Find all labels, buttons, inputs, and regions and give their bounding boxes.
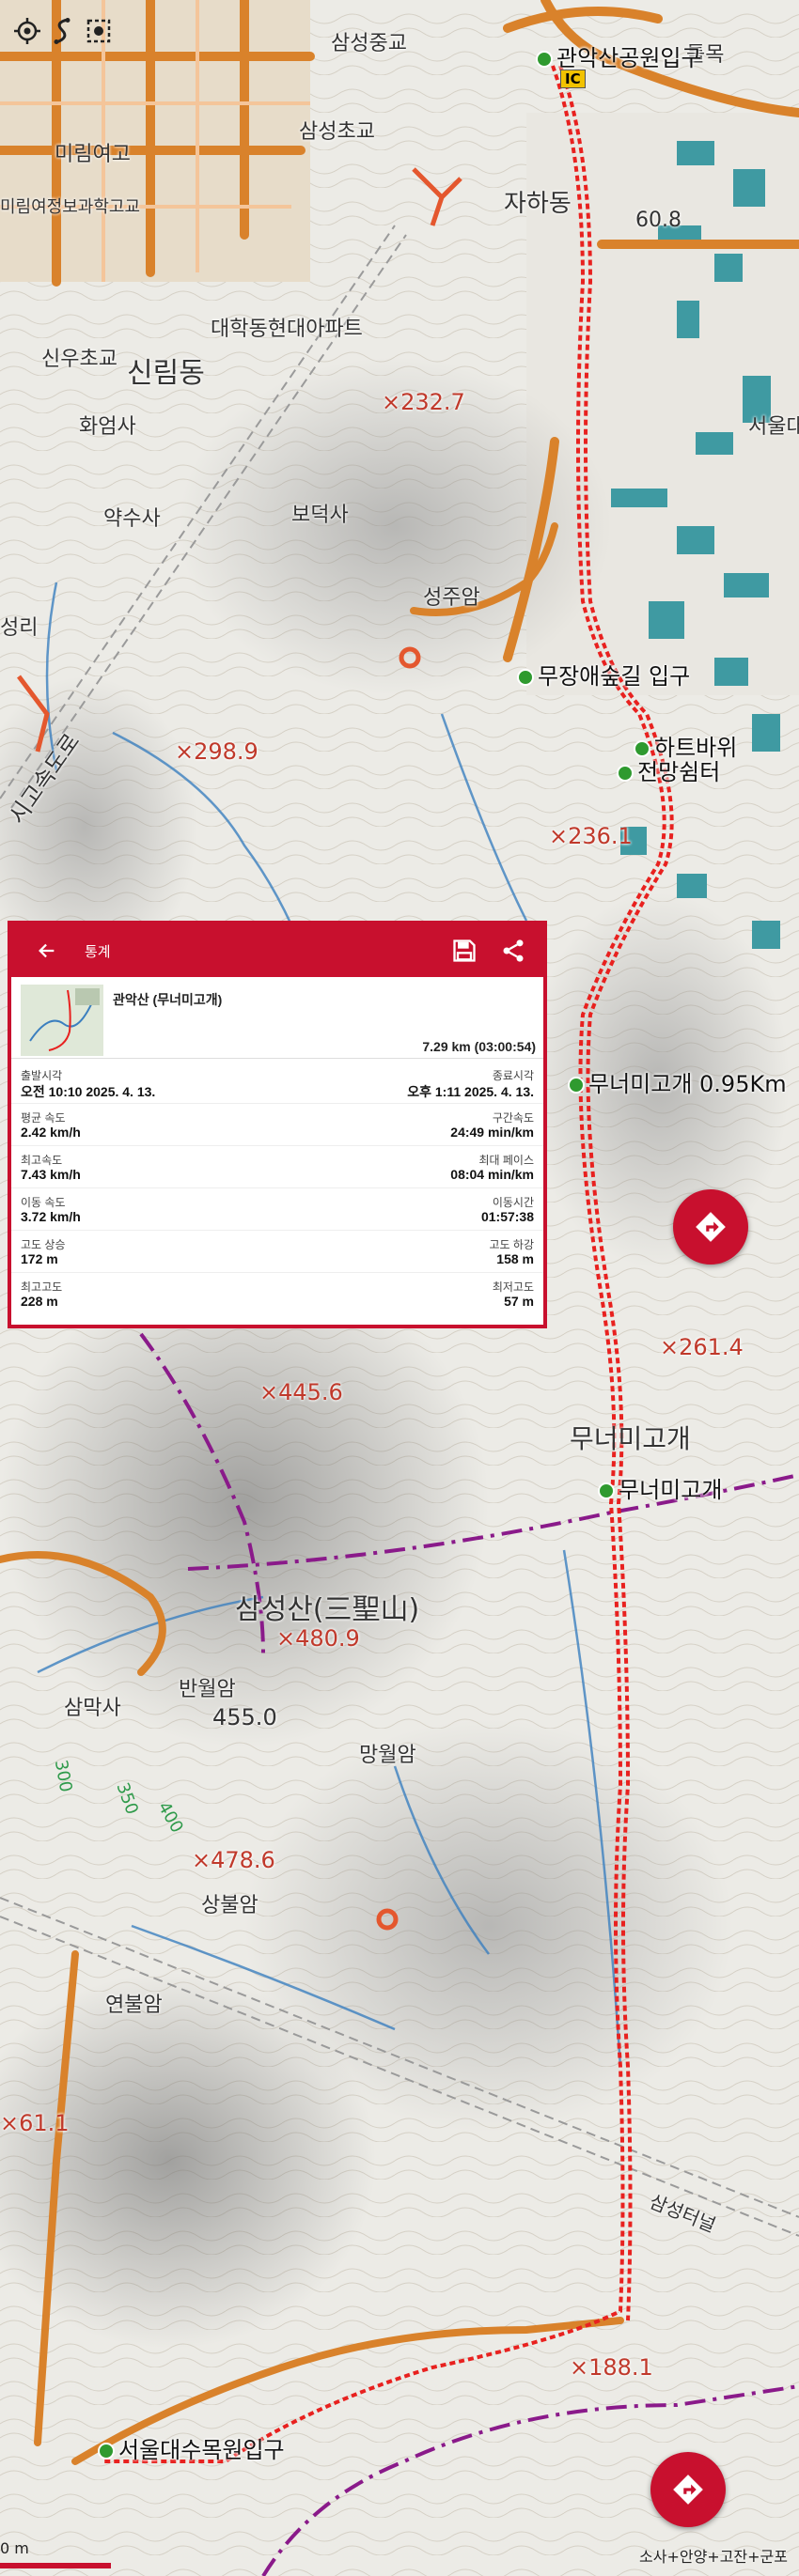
spot-height: ×188.1: [570, 2354, 653, 2381]
poi-marker-icon: [517, 669, 534, 686]
stat-label: 고도 하강: [489, 1238, 535, 1251]
stat-value: 158 m: [496, 1251, 534, 1266]
back-arrow-icon[interactable]: [34, 938, 60, 964]
stat-value: 오후 1:11 2025. 4. 13.: [407, 1084, 534, 1099]
stat-value: 57 m: [504, 1294, 534, 1309]
stat-label: 이동 속도: [21, 1196, 66, 1209]
poi-muneomi-pass-distance[interactable]: 무너미고개 0.95Km: [568, 1065, 787, 1098]
map-label-muneomi-pass: 무너미고개: [570, 1423, 691, 1454]
stat-label: 구간속도: [492, 1111, 534, 1125]
statistics-panel: 통계 관악산 (무너미고개) 7.29 km (03:00:54) 출발시각 오…: [8, 921, 547, 1328]
stat-value: 08:04 min/km: [450, 1167, 534, 1182]
stat-row-elevation-change: 고도 상승 172 m 고도 하강 158 m: [11, 1231, 543, 1273]
spot-height: ×445.6: [259, 1379, 343, 1405]
stat-value: 3.72 km/h: [21, 1209, 81, 1224]
spot-height: ×298.9: [175, 738, 258, 765]
stat-label: 최저고도: [492, 1280, 534, 1294]
poi-marker-icon: [617, 765, 634, 782]
map-label-bodeoksa: 보덕사: [291, 504, 349, 527]
directions-icon: [696, 1212, 726, 1242]
map-label-sillim-dong: 신림동: [127, 357, 205, 390]
map-sheet-credit: 소사+안양+고잔+군포: [639, 2548, 788, 2566]
stat-row-speed: 평균 속도 2.42 km/h 구간속도 24:49 min/km: [11, 1104, 543, 1146]
route-icon[interactable]: [47, 15, 79, 47]
map-label-seongjuam: 성주암: [423, 586, 480, 610]
map-label-yeonburam: 연불암: [105, 1994, 163, 2017]
share-icon[interactable]: [500, 938, 526, 964]
stat-value: 2.42 km/h: [21, 1125, 81, 1140]
poi-muneomi-pass[interactable]: 무너미고개: [598, 1471, 722, 1504]
map-label-sinwoo-es: 신우초교: [41, 348, 118, 371]
map-label-samseongsan: 삼성산(三聖山): [235, 1593, 420, 1626]
map-label-seoul-univ: 서울대: [748, 415, 799, 439]
stat-row-max: 최고속도 7.43 km/h 최대 페이스 08:04 min/km: [11, 1146, 543, 1188]
poi-marker-icon: [536, 51, 553, 68]
poi-marker-icon: [98, 2443, 115, 2460]
spot-height: ×478.6: [192, 1847, 275, 1873]
stat-value: 24:49 min/km: [450, 1125, 534, 1140]
map-label-mirim-info-hs: 미림여정보과학고교: [0, 197, 141, 217]
scale-bar: [0, 2563, 111, 2568]
map-label-samsung-ms: 삼성중교: [331, 32, 407, 55]
map-label-apartment: 대학동현대아파트: [211, 318, 363, 341]
map-label-sammaksa: 삼막사: [64, 1697, 121, 1720]
directions-button[interactable]: [673, 1189, 748, 1265]
spot-height: ×232.7: [382, 389, 465, 415]
map-label-mirim-girls-hs: 미림여고: [55, 143, 131, 166]
track-name: 관악산 (무너미고개): [113, 992, 223, 1007]
poi-marker-icon: [568, 1077, 585, 1094]
stat-label: 최대 페이스: [478, 1154, 534, 1167]
stat-row-time: 출발시각 오전 10:10 2025. 4. 13. 종료시각 오후 1:11 …: [11, 1062, 543, 1104]
statistics-header: 통계: [11, 924, 543, 977]
directions-button[interactable]: [650, 2452, 726, 2527]
map-label-hwaeomsa: 화엄사: [79, 415, 136, 439]
stat-value: 7.43 km/h: [21, 1167, 81, 1182]
stat-label: 이동시간: [492, 1196, 534, 1209]
spot-height: ×236.1: [549, 823, 633, 849]
scale-label: 0 m: [0, 2539, 29, 2557]
focus-frame-icon[interactable]: [83, 15, 115, 47]
poi-barrier-free-trail-entrance[interactable]: 무장애숲길 입구: [517, 658, 690, 691]
poi-gwanaksan-park-entrance[interactable]: 관악산공원입구: [536, 39, 702, 72]
poi-observation-rest-area[interactable]: 전망쉼터: [617, 753, 720, 786]
poi-marker-icon: [598, 1482, 615, 1499]
stat-label: 평균 속도: [21, 1111, 66, 1125]
stat-row-moving: 이동 속도 3.72 km/h 이동시간 01:57:38: [11, 1188, 543, 1231]
gps-crosshair-icon[interactable]: [11, 15, 43, 47]
spot-height: 60.8: [635, 209, 682, 232]
map-label-mangwolam: 망월암: [359, 1744, 416, 1767]
stat-row-elevation-range: 최고고도 228 m 최저고도 57 m: [11, 1273, 543, 1314]
directions-icon: [673, 2475, 703, 2505]
summit-height: 455.0: [212, 1704, 277, 1730]
map-scale-bar: 0 m: [0, 2539, 111, 2568]
stat-value: 01:57:38: [480, 1209, 534, 1224]
map-label-ic: IC: [560, 70, 586, 88]
stat-label: 고도 상승: [21, 1238, 66, 1251]
stat-value: 172 m: [21, 1251, 58, 1266]
panel-title: 통계: [85, 943, 111, 960]
map-label-yaksusa: 약수사: [103, 507, 161, 531]
poi-snu-arboretum-entrance[interactable]: 서울대수목원입구: [98, 2431, 285, 2464]
track-summary[interactable]: 관악산 (무너미고개) 7.29 km (03:00:54): [11, 977, 543, 1059]
statistics-grid: 출발시각 오전 10:10 2025. 4. 13. 종료시각 오후 1:11 …: [11, 1062, 543, 1314]
map-label-seongri: 성리: [0, 616, 39, 640]
stat-value: 오전 10:10 2025. 4. 13.: [21, 1084, 156, 1099]
stat-label: 종료시각: [492, 1069, 534, 1082]
save-icon[interactable]: [451, 938, 478, 964]
spot-height: ×261.4: [660, 1334, 744, 1360]
map-label-banwolam: 반월암: [179, 1678, 236, 1701]
map-label-jaha-dong: 자하동: [504, 190, 572, 218]
map-label-sangburam: 상불암: [201, 1894, 258, 1917]
track-thumbnail-map: [21, 985, 103, 1056]
stat-label: 최고고도: [21, 1280, 63, 1294]
stat-label: 최고속도: [21, 1154, 63, 1167]
track-distance: 7.29 km (03:00:54): [422, 1039, 536, 1054]
stat-label: 출발시각: [21, 1069, 63, 1082]
map-label-samsung-es: 삼성초교: [299, 120, 375, 144]
spot-height: ×480.9: [276, 1625, 360, 1652]
stat-value: 228 m: [21, 1294, 58, 1309]
spot-height: ×61.1: [0, 2110, 70, 2136]
